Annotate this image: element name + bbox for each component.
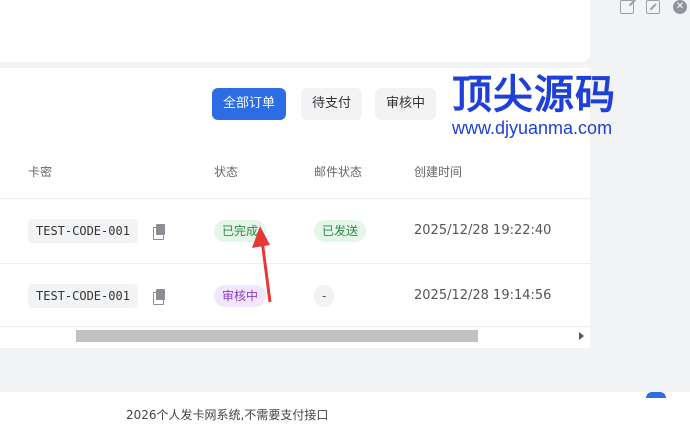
copy-icon[interactable] [153,224,166,240]
tab-under-review[interactable]: 审核中 [375,88,437,120]
table-row: TEST-CODE-001 已完成 已发送 2025/12/28 19:22:4… [0,198,590,262]
watermark-url: www.djyuanma.com [452,118,613,138]
top-panel [0,0,590,62]
window-controls: ✕ [600,0,690,16]
scrollbar-thumb[interactable] [76,330,478,342]
external-link-icon[interactable] [620,0,634,14]
header-created-at: 创建时间 [414,165,463,179]
header-mail-status: 邮件状态 [314,165,363,179]
header-status: 状态 [214,165,239,179]
watermark: 顶尖源码 www.djyuanma.com [448,62,648,142]
created-time: 2025/12/28 19:22:40 [414,223,552,238]
header-card-code: 卡密 [28,165,53,179]
tab-pending-payment[interactable]: 待支付 [301,88,363,120]
footer-text: 2026个人发卡网系统,不需要支付接口 [126,408,329,422]
card-code: TEST-CODE-001 [28,219,138,243]
tab-all-orders[interactable]: 全部订单 [212,88,287,120]
table-header: 卡密 状态 邮件状态 创建时间 [0,152,590,192]
table-row: TEST-CODE-001 审核中 - 2025/12/28 19:14:56 [0,263,590,327]
scroll-right-arrow-icon[interactable] [579,332,584,340]
mail-status-badge: 已发送 [314,220,367,242]
footer: 2026个人发卡网系统,不需要支付接口 [0,392,690,429]
fullscreen-icon[interactable] [646,0,660,14]
mail-status-badge: - [314,285,335,307]
card-code: TEST-CODE-001 [28,284,138,308]
horizontal-scrollbar[interactable] [0,330,590,342]
floating-button[interactable] [646,392,666,398]
watermark-logo: 顶尖源码 [452,72,616,118]
annotation-arrow-icon [252,226,272,303]
created-time: 2025/12/28 19:14:56 [414,288,552,303]
close-icon[interactable]: ✕ [673,0,687,14]
copy-icon[interactable] [153,289,166,305]
